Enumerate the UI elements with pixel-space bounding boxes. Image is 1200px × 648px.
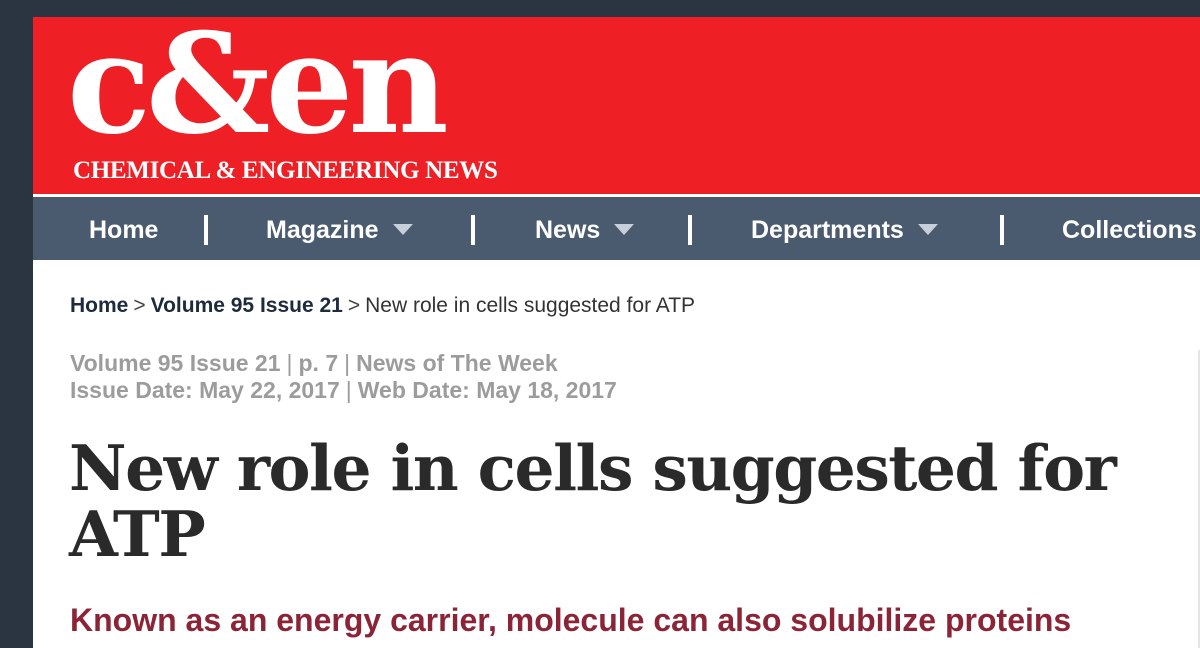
nav-item-home[interactable]: Home: [89, 197, 158, 260]
meta-separator: |: [344, 350, 351, 376]
article-meta-issue: Volume 95 Issue 21 | p. 7 | News of The Week: [70, 350, 558, 377]
nav-item-label: Home: [89, 216, 159, 244]
article-headline: New role in cells suggested for ATP: [69, 431, 1117, 571]
breadcrumb-current: New role in cells suggested for ATP: [365, 294, 696, 317]
nav-divider: [204, 215, 208, 245]
nav-item-magazine[interactable]: Magazine: [266, 197, 413, 260]
page-frame: c&en CHEMICAL & ENGINEERING NEWS Home Ma…: [33, 17, 1200, 648]
page-number: p. 7: [298, 350, 339, 376]
issue-date: Issue Date: May 22, 2017: [70, 377, 340, 403]
volume-issue-link[interactable]: Volume 95 Issue 21: [70, 350, 281, 376]
nav-item-collections[interactable]: Collections: [1062, 197, 1197, 260]
breadcrumb-separator: >: [133, 294, 146, 317]
nav-item-news[interactable]: News: [535, 197, 635, 260]
masthead: c&en CHEMICAL & ENGINEERING NEWS: [33, 17, 1200, 194]
section-link[interactable]: News of The Week: [356, 350, 558, 376]
meta-separator: |: [286, 350, 293, 376]
main-nav: Home Magazine News Departments Collectio…: [33, 197, 1200, 260]
nav-item-label: Departments: [751, 216, 904, 244]
web-date: Web Date: May 18, 2017: [357, 377, 617, 403]
meta-separator: |: [345, 377, 352, 403]
nav-item-label: Collections: [1062, 216, 1197, 244]
breadcrumb-home-link[interactable]: Home: [70, 294, 128, 317]
nav-item-departments[interactable]: Departments: [751, 197, 938, 260]
dropdown-caret-icon: [917, 224, 938, 235]
article-deck: Known as an energy carrier, molecule can…: [70, 602, 1072, 638]
nav-item-label: Magazine: [266, 216, 379, 244]
dropdown-caret-icon: [392, 224, 413, 235]
breadcrumb: Home > Volume 95 Issue 21 > New role in cell…: [70, 293, 695, 319]
logo[interactable]: c&en: [67, 17, 449, 153]
nav-item-label: News: [535, 216, 601, 244]
dropdown-caret-icon: [614, 224, 635, 235]
nav-divider: [688, 215, 692, 245]
nav-divider: [471, 215, 475, 245]
logo-tagline: CHEMICAL & ENGINEERING NEWS: [73, 157, 498, 184]
article-meta-dates: Issue Date: May 22, 2017 | Web Date: May 1…: [70, 377, 617, 404]
nav-divider: [1000, 215, 1004, 245]
breadcrumb-issue-link[interactable]: Volume 95 Issue 21: [151, 294, 343, 317]
breadcrumb-separator: >: [347, 294, 361, 317]
